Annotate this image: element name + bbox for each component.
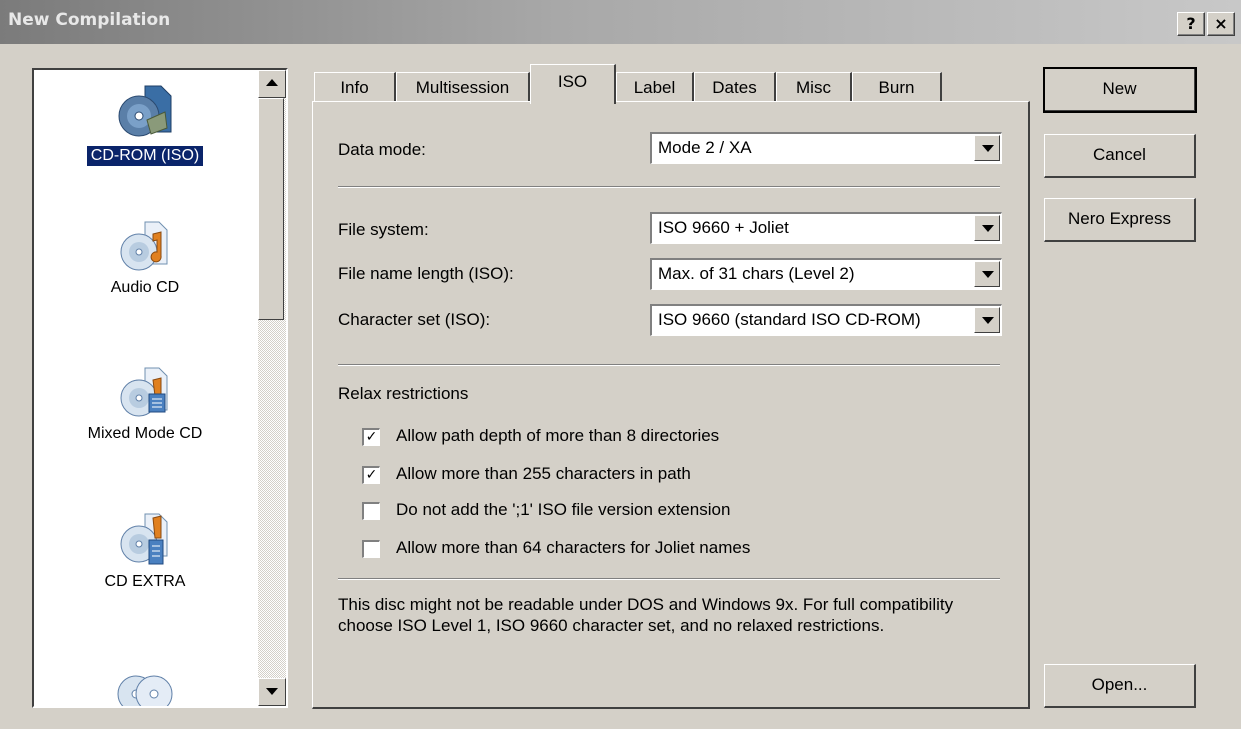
arrow-down-icon: [266, 688, 278, 695]
list-item-label: CD-ROM (ISO): [85, 145, 205, 167]
character-set-value: ISO 9660 (standard ISO CD-ROM): [658, 310, 921, 329]
data-mode-value: Mode 2 / XA: [658, 138, 752, 157]
close-button[interactable]: ×: [1207, 12, 1235, 36]
separator: [338, 186, 1000, 188]
data-mode-label: Data mode:: [338, 140, 426, 159]
file-system-label: File system:: [338, 220, 429, 239]
separator: [338, 578, 1000, 580]
tab-iso[interactable]: ISO: [530, 64, 616, 104]
check-icon: ✓: [365, 467, 378, 483]
character-set-label: Character set (ISO):: [338, 310, 491, 329]
checkbox-joliet-names[interactable]: [362, 540, 380, 558]
file-name-length-select[interactable]: Max. of 31 chars (Level 2): [650, 258, 1002, 290]
checkbox-label: Allow more than 255 characters in path: [396, 464, 691, 483]
cd-rom-iso-icon: [118, 85, 172, 137]
character-set-select[interactable]: ISO 9660 (standard ISO CD-ROM): [650, 304, 1002, 336]
file-name-length-label: File name length (ISO):: [338, 264, 514, 283]
separator: [338, 364, 1000, 366]
checkbox-path-length[interactable]: ✓: [362, 466, 380, 484]
check-icon: ✓: [365, 429, 378, 445]
scroll-up-button[interactable]: [258, 70, 286, 98]
tab-burn[interactable]: Burn: [852, 72, 942, 102]
tab-multisession[interactable]: Multisession: [396, 72, 530, 102]
checkbox-label: Allow path depth of more than 8 director…: [396, 426, 720, 445]
list-item-label: Audio CD: [110, 279, 180, 296]
list-item-mixed-mode-cd[interactable]: Mixed Mode CD: [34, 366, 256, 444]
window-title: New Compilation: [8, 10, 171, 30]
list-item-cd-copy[interactable]: [34, 668, 256, 706]
title-bar: New Compilation ? ×: [0, 0, 1241, 44]
tab-label[interactable]: Label: [616, 72, 694, 102]
file-name-length-value: Max. of 31 chars (Level 2): [658, 264, 855, 283]
compilation-type-list[interactable]: CD-ROM (ISO) Audio CD Mixed Mode CD CD E…: [32, 68, 288, 708]
tab-misc[interactable]: Misc: [776, 72, 852, 102]
checkbox-version-extension[interactable]: [362, 502, 380, 520]
chevron-down-icon[interactable]: [974, 261, 1000, 287]
list-scrollbar[interactable]: [258, 70, 286, 706]
scroll-thumb[interactable]: [258, 98, 284, 320]
file-system-select[interactable]: ISO 9660 + Joliet: [650, 212, 1002, 244]
list-item-label: CD EXTRA: [104, 573, 186, 590]
help-button[interactable]: ?: [1177, 12, 1205, 36]
open-button[interactable]: Open...: [1044, 664, 1196, 708]
relax-restrictions-heading: Relax restrictions: [338, 384, 469, 403]
checkbox-label: Do not add the ';1' ISO file version ext…: [396, 500, 731, 519]
nero-express-button[interactable]: Nero Express: [1044, 198, 1196, 242]
file-system-value: ISO 9660 + Joliet: [658, 218, 789, 237]
cancel-button[interactable]: Cancel: [1044, 134, 1196, 178]
audio-cd-icon: [120, 221, 168, 271]
list-item-label: Mixed Mode CD: [87, 425, 203, 442]
list-item-audio-cd[interactable]: Audio CD: [34, 220, 256, 298]
list-item-cd-rom-iso[interactable]: CD-ROM (ISO): [34, 84, 256, 167]
chevron-down-icon[interactable]: [974, 135, 1000, 161]
data-mode-select[interactable]: Mode 2 / XA: [650, 132, 1002, 164]
cd-copy-icon: [117, 675, 173, 706]
scroll-down-button[interactable]: [258, 678, 286, 706]
chevron-down-icon[interactable]: [974, 215, 1000, 241]
chevron-down-icon[interactable]: [974, 307, 1000, 333]
new-button[interactable]: New: [1043, 67, 1197, 113]
tab-dates[interactable]: Dates: [694, 72, 776, 102]
arrow-up-icon: [266, 79, 278, 86]
checkbox-path-depth[interactable]: ✓: [362, 428, 380, 446]
cd-extra-icon: [120, 513, 168, 565]
list-item-cd-extra[interactable]: CD EXTRA: [34, 512, 256, 592]
checkbox-label: Allow more than 64 characters for Joliet…: [396, 538, 751, 557]
tab-info[interactable]: Info: [314, 72, 396, 102]
compatibility-note: This disc might not be readable under DO…: [338, 595, 954, 635]
mixed-mode-cd-icon: [120, 367, 168, 417]
